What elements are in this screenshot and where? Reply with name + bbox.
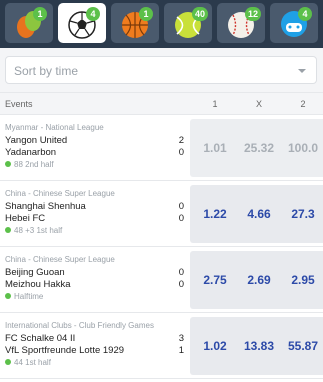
away-score: 0 <box>178 147 184 158</box>
live-dot-icon <box>5 161 11 167</box>
sport-tab-badge: 40 <box>192 7 209 21</box>
live-dot-icon <box>5 227 11 233</box>
match-status: 44 1st half <box>5 358 51 367</box>
away-score: 0 <box>178 213 184 224</box>
match-status-text: Halftime <box>14 292 44 301</box>
league-name: China - Chinese Super League <box>5 189 115 198</box>
match-status: Halftime <box>5 292 43 301</box>
away-score: 0 <box>178 279 184 290</box>
match-status-text: 88 2nd half <box>14 160 54 169</box>
sport-tab-badge: 12 <box>245 7 262 21</box>
home-score: 3 <box>178 333 184 344</box>
events-header: Events 1 X 2 <box>0 92 323 115</box>
sport-tab-baseball[interactable]: 12 <box>217 3 265 43</box>
header-col-x: X <box>255 99 262 109</box>
match-row[interactable]: China - Chinese Super League Shanghai Sh… <box>0 181 323 247</box>
sport-tab-badge: 4 <box>298 7 312 21</box>
odds-button-x[interactable]: 25.32 <box>234 119 284 177</box>
home-score: 2 <box>178 135 184 146</box>
match-status-text: 44 1st half <box>14 358 51 367</box>
league-name: International Clubs - Club Friendly Game… <box>5 321 154 330</box>
away-team: Yadanarbon <box>5 147 57 158</box>
sort-select[interactable]: Sort by time <box>5 56 317 84</box>
sort-select-value: Sort by time <box>14 64 79 78</box>
match-status: 48 +3 1st half <box>5 226 62 235</box>
home-score: 0 <box>178 201 184 212</box>
odds-button-x[interactable]: 4.66 <box>234 185 284 243</box>
odds-button-2[interactable]: 100.0 <box>278 119 323 177</box>
sport-tab-esports[interactable]: 4 <box>270 3 318 43</box>
home-score: 0 <box>178 267 184 278</box>
home-team: Beijing Guoan <box>5 267 65 278</box>
odds-button-x[interactable]: 13.83 <box>234 317 284 375</box>
match-row[interactable]: International Clubs - Club Friendly Game… <box>0 313 323 379</box>
match-status: 88 2nd half <box>5 160 54 169</box>
odds-button-1[interactable]: 1.01 <box>190 119 240 177</box>
odds-button-1[interactable]: 1.02 <box>190 317 240 375</box>
odds-button-1[interactable]: 1.22 <box>190 185 240 243</box>
sport-tab-badge: 4 <box>86 7 100 21</box>
match-row[interactable]: China - Chinese Super League Beijing Guo… <box>0 247 323 313</box>
odds-button-2[interactable]: 27.3 <box>278 185 323 243</box>
chevron-down-icon <box>298 69 306 73</box>
header-col-1: 1 <box>212 99 218 109</box>
away-team: Hebei FC <box>5 213 46 224</box>
filter-area: Sort by time <box>0 48 323 92</box>
home-team: FC Schalke 04 II <box>5 333 76 344</box>
league-name: China - Chinese Super League <box>5 255 115 264</box>
away-team: VfL Sportfreunde Lotte 1929 <box>5 345 125 356</box>
home-team: Shanghai Shenhua <box>5 201 86 212</box>
home-team: Yangon United <box>5 135 68 146</box>
match-row[interactable]: Myanmar - National League Yangon United … <box>0 115 323 181</box>
sport-tab-basketball[interactable]: 1 <box>111 3 159 43</box>
sport-tab-soccer-veggie[interactable]: 1 <box>5 3 53 43</box>
match-status-text: 48 +3 1st half <box>14 226 63 235</box>
odds-button-1[interactable]: 2.75 <box>190 251 240 309</box>
odds-button-x[interactable]: 2.69 <box>234 251 284 309</box>
live-dot-icon <box>5 293 11 299</box>
away-team: Meizhou Hakka <box>5 279 71 290</box>
sport-tab-tennis[interactable]: 40 <box>164 3 212 43</box>
sport-tab-badge: 1 <box>33 7 47 21</box>
sport-tab-football[interactable]: 4 <box>58 3 106 43</box>
sport-tabs-bar: 1 4 1 40 12 4 <box>0 0 323 48</box>
sport-tab-badge: 1 <box>139 7 153 21</box>
live-dot-icon <box>5 359 11 365</box>
away-score: 1 <box>178 345 184 356</box>
odds-button-2[interactable]: 2.95 <box>278 251 323 309</box>
events-header-label: Events <box>5 99 33 109</box>
odds-button-2[interactable]: 55.87 <box>278 317 323 375</box>
header-col-2: 2 <box>300 99 306 109</box>
league-name: Myanmar - National League <box>5 123 104 132</box>
